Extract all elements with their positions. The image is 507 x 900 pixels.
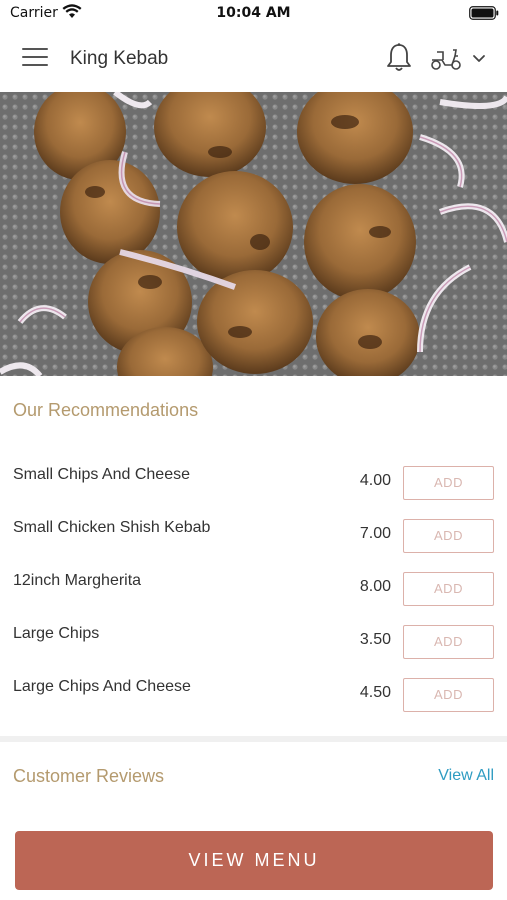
add-button[interactable]: ADD [403,678,494,712]
item-name: 12inch Margherita [13,572,142,589]
status-time: 10:04 AM [216,5,291,21]
scooter-icon[interactable] [428,44,464,72]
hero-image [0,92,507,376]
item-price: 7.00 [359,525,391,542]
add-button[interactable]: ADD [403,572,494,606]
kebab-photo [0,92,507,376]
item-price: 4.50 [359,684,391,701]
view-all-link[interactable]: View All [438,767,494,785]
app-header: King Kebab [0,28,507,92]
item-price: 4.00 [359,472,391,489]
recommendations-list: Small Chips And Cheese 4.00 ADD Small Ch… [0,450,507,715]
battery-icon [469,6,499,20]
item-price: 8.00 [359,578,391,595]
bell-icon[interactable] [384,42,414,74]
page-title: King Kebab [70,48,169,69]
recommendations-title: Our Recommendations [13,400,199,420]
list-item: Large Chips 3.50 ADD [0,609,507,662]
menu-icon[interactable] [22,48,48,68]
item-name: Small Chicken Shish Kebab [13,519,211,536]
list-item: Small Chicken Shish Kebab 7.00 ADD [0,503,507,556]
list-item: Large Chips And Cheese 4.50 ADD [0,662,507,715]
add-button[interactable]: ADD [403,519,494,553]
status-bar: Carrier 10:04 AM [0,0,507,28]
item-name: Large Chips [13,625,100,642]
list-item: 12inch Margherita 8.00 ADD [0,556,507,609]
add-button[interactable]: ADD [403,625,494,659]
section-divider [0,736,507,742]
item-price: 3.50 [359,631,391,648]
view-menu-button[interactable]: VIEW MENU [15,831,493,890]
chevron-down-icon[interactable] [470,50,488,66]
list-item: Small Chips And Cheese 4.00 ADD [0,450,507,503]
add-button[interactable]: ADD [403,466,494,500]
item-name: Small Chips And Cheese [13,466,190,483]
reviews-title: Customer Reviews [13,766,165,786]
item-name: Large Chips And Cheese [13,678,191,695]
